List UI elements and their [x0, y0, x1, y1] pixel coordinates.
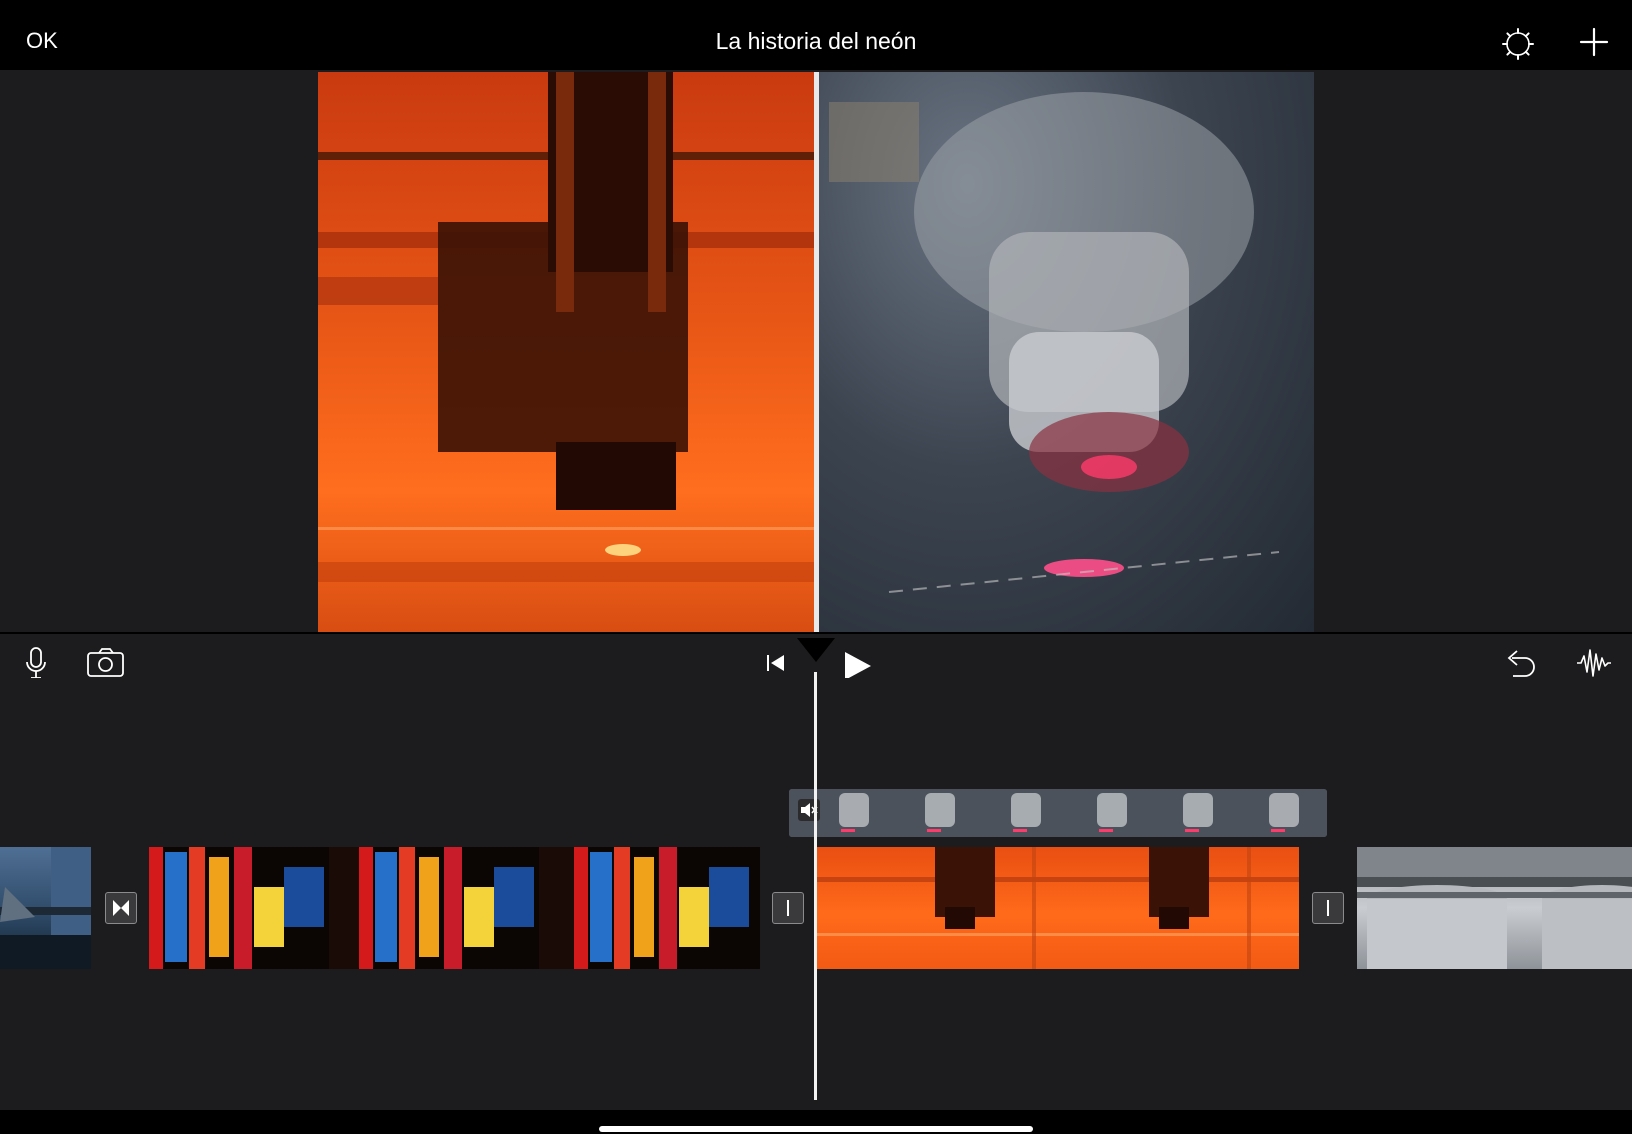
overlay-clip-laser-head[interactable] [789, 789, 1327, 837]
voiceover-button[interactable] [22, 646, 50, 682]
gear-icon [1502, 28, 1534, 60]
skip-back-icon [767, 655, 784, 671]
harbor-thumbnail [0, 847, 91, 969]
preview-frame-orange-laser [318, 72, 814, 632]
clip-neon-street[interactable] [149, 847, 760, 969]
plus-icon [1579, 27, 1609, 57]
transition-icon [113, 900, 129, 916]
neon-street-thumbnail [149, 847, 749, 969]
no-transition-icon [1327, 900, 1329, 916]
clip-orange-laser[interactable] [817, 847, 1299, 969]
clip-harbor[interactable] [0, 847, 91, 969]
playhead-line[interactable] [814, 672, 817, 1100]
laser-head-image [829, 92, 1280, 593]
audio-waveform-button[interactable] [1576, 646, 1612, 680]
undo-button[interactable] [1503, 648, 1537, 680]
camera-button[interactable] [86, 646, 126, 678]
camera-icon [87, 648, 124, 677]
waveform-icon [1577, 649, 1611, 677]
orange-laser-thumbnail [817, 847, 1299, 969]
add-button[interactable] [1578, 26, 1610, 58]
overlay-clip-thumbnails [789, 789, 1327, 837]
transition-cross-dissolve[interactable] [105, 892, 137, 924]
home-indicator[interactable] [599, 1126, 1033, 1132]
preview-frame-metal-laser [819, 72, 1314, 632]
metal-cylinders-thumbnail [1357, 847, 1632, 969]
playhead-marker [797, 638, 835, 662]
transition-none[interactable] [772, 892, 804, 924]
clip-metal-cylinders[interactable] [1357, 847, 1632, 969]
undo-icon [1507, 650, 1535, 677]
microphone-icon [26, 647, 46, 679]
transition-none[interactable] [1312, 892, 1344, 924]
laser-machine-image [318, 72, 814, 582]
project-title: La historia del neón [715, 28, 917, 54]
skip-to-start-button[interactable] [764, 652, 788, 674]
no-transition-icon [787, 900, 789, 916]
settings-button[interactable] [1500, 26, 1536, 62]
